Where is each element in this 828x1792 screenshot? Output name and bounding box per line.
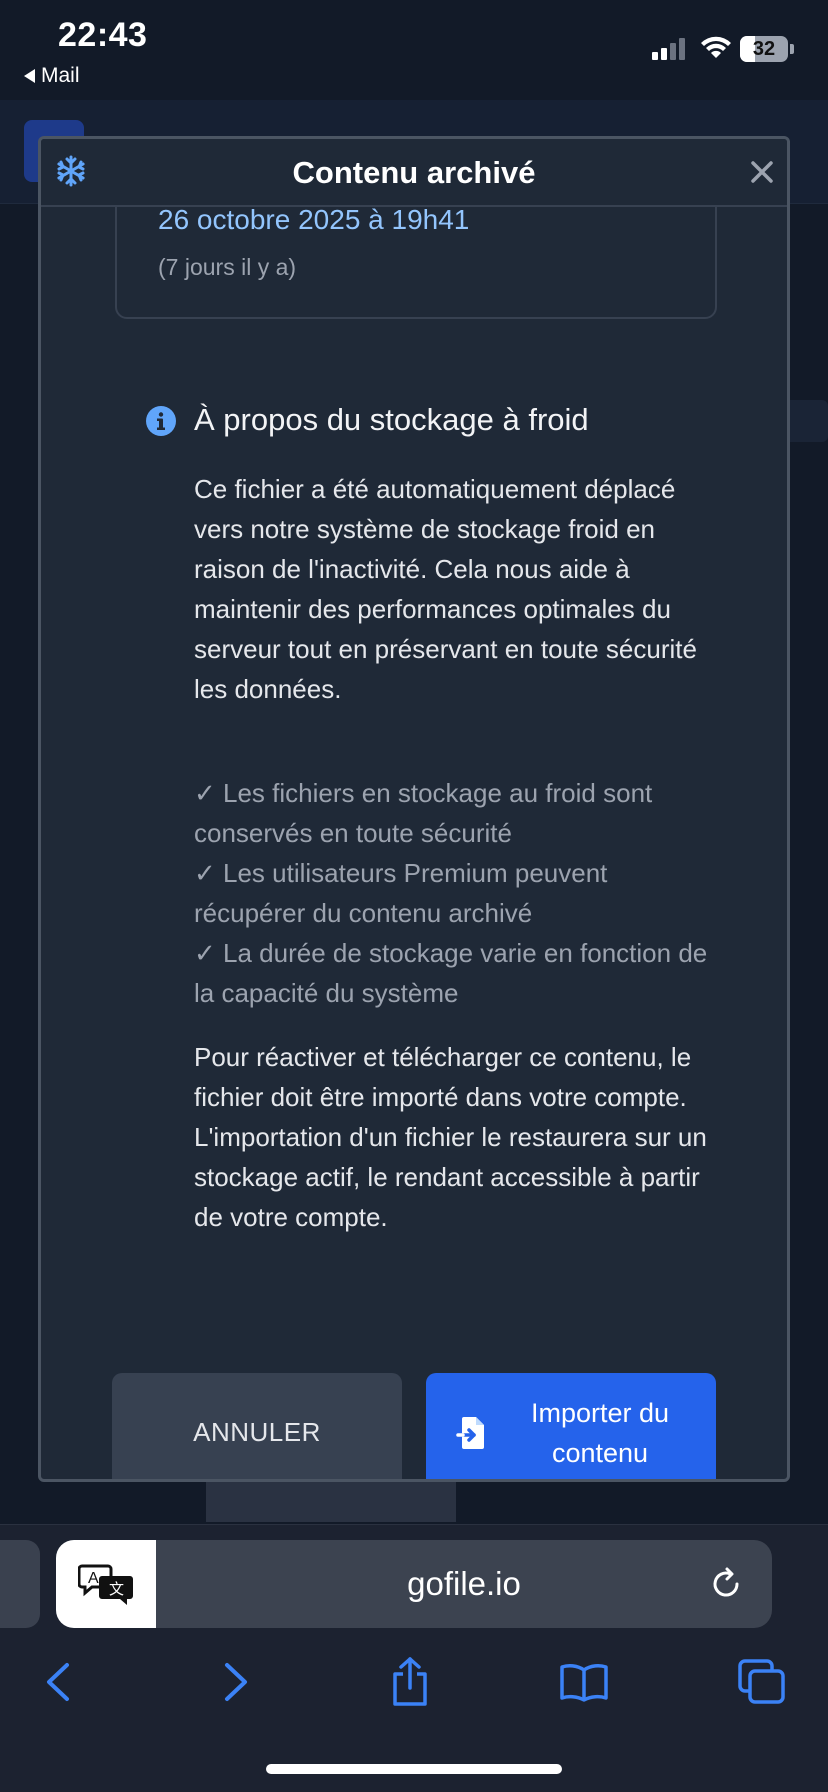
modal-clip: ANNULER Importer du contenu [41,139,787,1479]
tabs-button[interactable] [732,1652,792,1712]
chevron-right-icon [225,1663,247,1701]
cancel-button[interactable]: ANNULER [112,1373,402,1479]
back-to-mail-link[interactable]: Mail [24,64,80,88]
translate-button[interactable]: A 文 [56,1540,156,1628]
back-to-mail-label: Mail [41,64,80,87]
share-button[interactable] [380,1652,440,1712]
cellular-signal-icon [652,38,685,60]
share-icon [393,1657,427,1706]
import-content-label: Importer du contenu [530,1398,670,1468]
reload-icon[interactable] [708,1566,744,1602]
forward-button[interactable] [206,1652,266,1712]
import-content-button[interactable]: Importer du contenu [426,1373,716,1479]
battery-level: 32 [752,37,776,60]
book-icon [560,1664,608,1702]
status-time: 22:43 [58,16,148,54]
battery-tip [790,44,794,54]
background-thumbnail [206,1482,456,1522]
modal-header: Contenu archivé [41,139,787,207]
browser-nav-row [0,1652,828,1712]
url-text: gofile.io [407,1565,521,1602]
svg-text:A: A [88,1570,99,1587]
bookmarks-button[interactable] [554,1652,614,1712]
close-icon[interactable] [747,157,777,187]
wifi-icon [701,36,731,58]
address-bar[interactable]: A 文 gofile.io [56,1540,772,1628]
file-import-icon [456,1417,484,1449]
home-indicator [266,1764,562,1774]
status-bar: 22:43 Mail 32 [0,0,828,96]
tabs-icon [738,1659,785,1704]
back-button[interactable] [28,1652,88,1712]
svg-text:文: 文 [109,1580,124,1598]
translate-icon: A 文 [78,1564,133,1605]
modal-title: Contenu archivé [292,155,536,190]
previous-tab-peek[interactable] [0,1540,40,1628]
back-triangle-icon [24,69,35,83]
battery-icon: 32 [740,36,788,62]
chevron-left-icon [47,1663,69,1701]
